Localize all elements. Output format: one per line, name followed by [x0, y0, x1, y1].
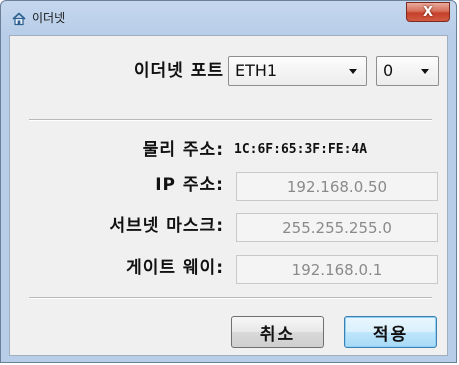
port-index-value: 0: [383, 61, 394, 80]
close-icon: X: [422, 4, 434, 20]
ip-address-input[interactable]: [237, 173, 437, 200]
ethernet-dialog: 이더넷 X 이더넷 포트 ETH1 0 물리 주소: 1C:6F:65:3F:F…: [0, 0, 457, 363]
subnet-mask-label: 서브넷 마스크:: [109, 216, 224, 236]
divider-bottom: [29, 297, 432, 299]
subnet-mask-field[interactable]: [236, 213, 438, 242]
ethernet-port-label: 이더넷 포트: [133, 61, 224, 81]
dialog-body: 이더넷 포트 ETH1 0 물리 주소: 1C:6F:65:3F:FE:4A I…: [9, 35, 448, 356]
window-title: 이더넷: [32, 11, 66, 25]
ip-address-field[interactable]: [236, 172, 438, 201]
chevron-down-icon: [349, 69, 357, 74]
house-network-icon: [12, 12, 26, 26]
port-select[interactable]: ETH1: [228, 56, 367, 86]
port-index-select[interactable]: 0: [376, 56, 439, 86]
close-button[interactable]: X: [406, 2, 450, 22]
divider-top: [29, 119, 432, 121]
mac-address-label: 물리 주소:: [142, 140, 224, 160]
mac-address-value: 1C:6F:65:3F:FE:4A: [234, 142, 368, 157]
apply-button[interactable]: 적용: [344, 316, 437, 348]
chevron-down-icon: [421, 69, 429, 74]
gateway-input[interactable]: [237, 256, 437, 283]
port-select-value: ETH1: [235, 61, 278, 80]
cancel-button[interactable]: 취소: [231, 316, 324, 348]
gateway-field[interactable]: [236, 255, 438, 284]
ip-address-label: IP 주소:: [155, 175, 224, 195]
title-bar[interactable]: 이더넷 X: [1, 1, 456, 35]
gateway-label: 게이트 웨이:: [126, 258, 224, 278]
subnet-mask-input[interactable]: [237, 214, 437, 241]
